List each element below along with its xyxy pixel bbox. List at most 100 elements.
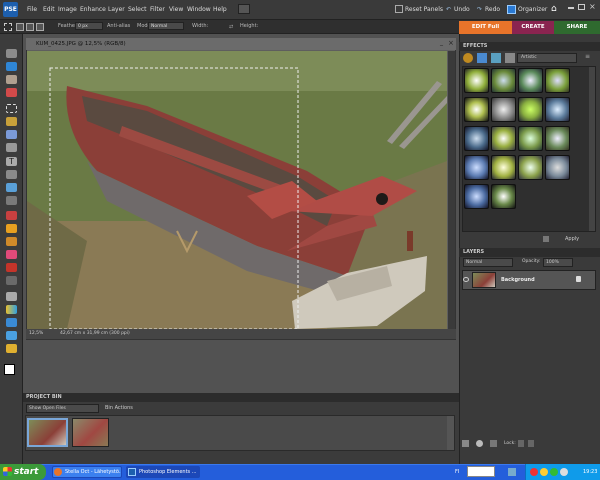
effects-apply-button[interactable]: Apply [565, 236, 579, 242]
effect-thumbnail[interactable] [491, 155, 516, 180]
mode-select[interactable]: Normal [148, 22, 184, 30]
tray-icon[interactable] [530, 468, 538, 476]
lock-transparent-icon[interactable] [518, 440, 524, 447]
crop-tool-icon[interactable] [6, 170, 17, 179]
effect-thumbnail[interactable] [518, 68, 543, 93]
reset-panels-button[interactable]: Reset Panels [405, 6, 443, 13]
effect-thumbnail[interactable] [545, 126, 570, 151]
menu-enhance[interactable]: Enhance [80, 6, 106, 13]
redo-button[interactable]: Redo [485, 6, 500, 13]
close-icon[interactable]: × [589, 2, 596, 11]
language-indicator[interactable]: FI [455, 469, 459, 475]
cookie-cutter-tool-icon[interactable] [6, 183, 17, 192]
organizer-icon[interactable] [507, 5, 516, 14]
effect-thumbnail[interactable] [491, 97, 516, 122]
effect-thumbnail[interactable] [464, 68, 489, 93]
taskbar-item-firefox[interactable]: Stella Oct - Lähetystö... [52, 466, 122, 478]
keyboard-layout-icon[interactable] [467, 466, 495, 477]
layer-name[interactable]: Background [501, 277, 535, 283]
volume-icon[interactable] [560, 468, 568, 476]
document-title[interactable]: KUM_0425.JPG @ 12,5% (RGB/8) [26, 38, 456, 50]
eyedropper-tool-icon[interactable] [6, 88, 17, 97]
effect-thumbnail[interactable] [464, 126, 489, 151]
organizer-button[interactable]: Organizer [518, 6, 547, 13]
effect-thumbnail[interactable] [545, 97, 570, 122]
shape-tool-icon[interactable] [6, 318, 17, 327]
paint-bucket-tool-icon[interactable] [6, 292, 17, 301]
smart-brush-tool-icon[interactable] [6, 276, 17, 285]
effect-thumbnail[interactable] [464, 184, 489, 209]
effects-scrollbar[interactable] [589, 67, 595, 231]
taskbar-item-photoshop[interactable]: Photoshop Elements ... [126, 466, 200, 478]
effect-thumbnail[interactable] [518, 126, 543, 151]
feather-input[interactable]: 0 px [75, 22, 103, 30]
subtract-selection-icon[interactable] [36, 23, 44, 31]
sponge-tool-icon[interactable] [6, 344, 17, 353]
bin-thumbnail[interactable] [27, 418, 68, 447]
new-layer-icon[interactable] [462, 440, 469, 447]
blur-tool-icon[interactable] [6, 331, 17, 340]
undo-icon[interactable]: ↶ [446, 6, 451, 13]
menu-filter[interactable]: Filter [150, 6, 165, 13]
tray-icon[interactable] [540, 468, 548, 476]
effect-thumbnail[interactable] [464, 97, 489, 122]
visibility-eye-icon[interactable] [463, 277, 469, 282]
marquee-tool-icon[interactable] [4, 23, 12, 31]
bin-scrollbar[interactable] [447, 416, 454, 450]
opacity-input[interactable]: 100% [543, 258, 573, 267]
menu-select[interactable]: Select [128, 6, 147, 13]
type-tool-icon[interactable]: T [6, 157, 17, 166]
tab-create[interactable]: CREATE [512, 21, 554, 34]
effect-thumbnail[interactable] [518, 97, 543, 122]
effect-thumbnail[interactable] [491, 68, 516, 93]
doc-minimize-icon[interactable]: _ [440, 39, 443, 46]
panel-menu-icon[interactable]: ≡ [585, 53, 590, 60]
red-eye-tool-icon[interactable] [6, 211, 17, 220]
straighten-tool-icon[interactable] [6, 196, 17, 205]
add-selection-icon[interactable] [26, 23, 34, 31]
bin-thumbnail[interactable] [72, 418, 109, 447]
blend-mode-select[interactable]: Normal [463, 258, 513, 267]
layer-styles-icon[interactable] [477, 53, 487, 63]
adjustment-layer-icon[interactable] [476, 440, 483, 447]
menu-help[interactable]: Help [213, 6, 227, 13]
foreground-color-swatch[interactable] [4, 364, 15, 375]
healing-brush-tool-icon[interactable] [6, 224, 17, 233]
minimize-icon[interactable] [568, 7, 574, 9]
reset-panels-icon[interactable] [395, 5, 403, 13]
magic-wand-tool-icon[interactable] [6, 130, 17, 139]
network-icon[interactable] [508, 468, 516, 476]
menu-file[interactable]: File [27, 6, 37, 13]
bin-show-select[interactable]: Show Open Files [26, 404, 99, 413]
tab-share[interactable]: SHARE [554, 21, 600, 34]
effects-category-select[interactable]: Artistic [517, 53, 577, 63]
menu-window[interactable]: Window [187, 6, 211, 13]
clone-stamp-tool-icon[interactable] [6, 237, 17, 246]
filters-icon[interactable] [463, 53, 473, 63]
effect-thumbnail[interactable] [491, 126, 516, 151]
maximize-icon[interactable] [578, 4, 585, 10]
menu-layer[interactable]: Layer [108, 6, 125, 13]
anti-alias-checkbox[interactable]: Anti-alias [107, 23, 130, 29]
bin-actions-button[interactable]: Bin Actions [105, 404, 133, 413]
photo-canvas[interactable] [27, 51, 447, 329]
zoom-level[interactable]: 12,5% [29, 331, 43, 336]
all-effects-icon[interactable] [505, 53, 515, 63]
hand-tool-icon[interactable] [6, 75, 17, 84]
brush-tool-icon[interactable] [6, 263, 17, 272]
lasso-tool-icon[interactable] [6, 117, 17, 126]
menu-edit[interactable]: Edit [43, 6, 55, 13]
effect-thumbnail[interactable] [491, 184, 516, 209]
eraser-tool-icon[interactable] [6, 250, 17, 259]
marquee-tool-icon[interactable] [6, 104, 17, 113]
delete-layer-icon[interactable] [490, 440, 497, 447]
effect-thumbnail[interactable] [464, 155, 489, 180]
lock-all-icon[interactable] [528, 440, 534, 447]
menu-image[interactable]: Image [58, 6, 77, 13]
doc-close-icon[interactable]: × [448, 39, 454, 47]
photo-effects-icon[interactable] [491, 53, 501, 63]
redo-icon[interactable]: ↷ [477, 6, 482, 13]
effect-thumbnail[interactable] [545, 68, 570, 93]
tab-edit-full[interactable]: EDIT Full [459, 21, 512, 34]
vertical-scrollbar[interactable] [448, 51, 455, 329]
